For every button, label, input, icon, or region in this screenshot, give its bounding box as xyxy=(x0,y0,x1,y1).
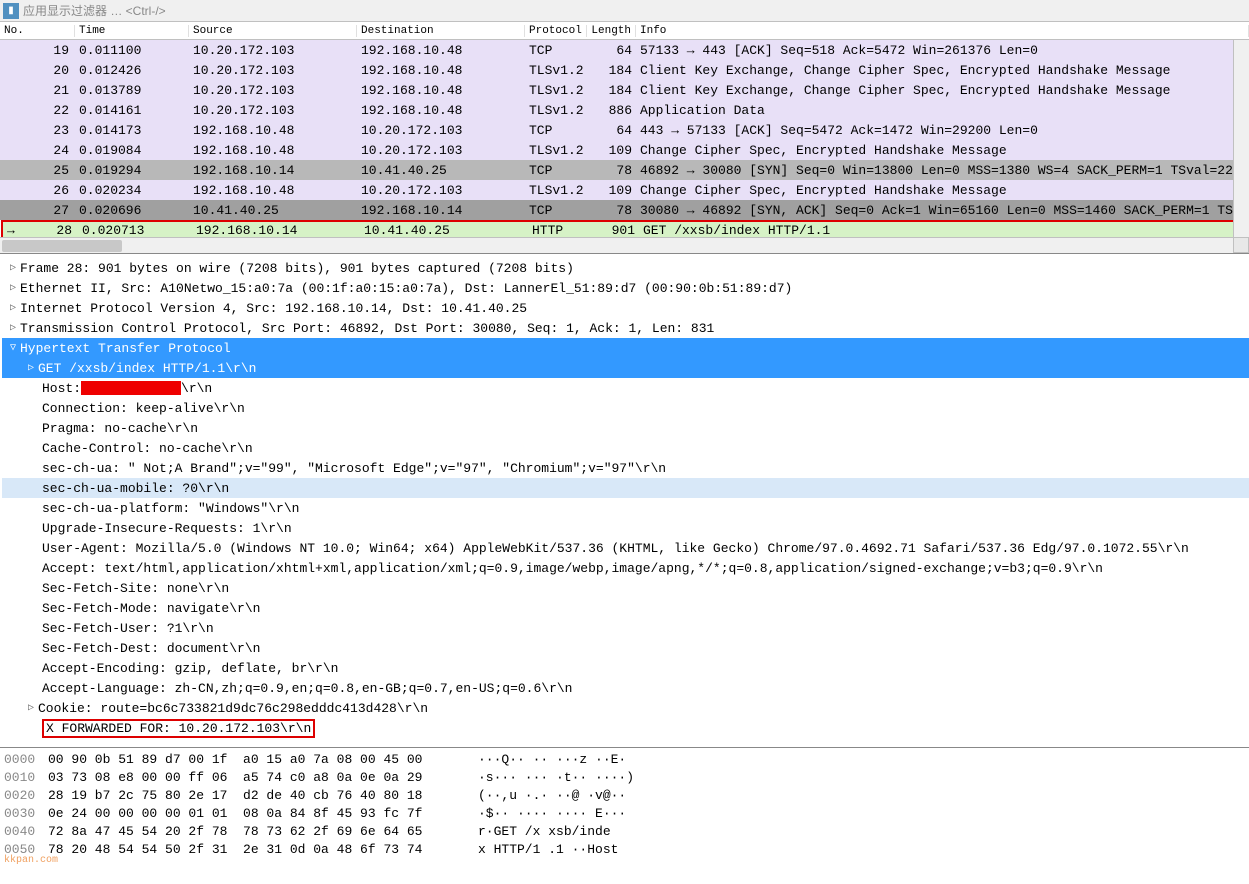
expand-icon[interactable]: ▷ xyxy=(24,702,38,714)
tree-ethernet[interactable]: ▷Ethernet II, Src: A10Netwo_15:a0:7a (00… xyxy=(2,278,1249,298)
packet-row[interactable]: 190.01110010.20.172.103192.168.10.48TCP6… xyxy=(0,40,1249,60)
filter-placeholder: 应用显示过滤器 … <Ctrl-/> xyxy=(23,2,166,19)
tree-http-connection[interactable]: Connection: keep-alive\r\n xyxy=(2,398,1249,418)
packet-details-pane: ▷Frame 28: 901 bytes on wire (7208 bits)… xyxy=(0,254,1249,748)
tree-http-user-agent[interactable]: User-Agent: Mozilla/5.0 (Windows NT 10.0… xyxy=(2,538,1249,558)
tree-http-x-forwarded-for[interactable]: X FORWARDED FOR: 10.20.172.103\r\n xyxy=(2,718,1249,738)
tree-frame[interactable]: ▷Frame 28: 901 bytes on wire (7208 bits)… xyxy=(2,258,1249,278)
tree-tcp[interactable]: ▷Transmission Control Protocol, Src Port… xyxy=(2,318,1249,338)
tree-http-sec-fetch-site[interactable]: Sec-Fetch-Site: none\r\n xyxy=(2,578,1249,598)
hex-row[interactable]: 002028 19 b7 2c 75 80 2e 17 d2 de 40 cb … xyxy=(4,786,1245,804)
expand-icon[interactable]: ▷ xyxy=(6,262,20,274)
tree-http-sec-ch-ua-platform[interactable]: sec-ch-ua-platform: "Windows"\r\n xyxy=(2,498,1249,518)
hex-row[interactable]: 001003 73 08 e8 00 00 ff 06 a5 74 c0 a8 … xyxy=(4,768,1245,786)
tree-http-host[interactable]: Host:\r\n xyxy=(2,378,1249,398)
horizontal-scrollbar[interactable] xyxy=(0,237,1233,253)
display-filter-bar[interactable]: ▮ 应用显示过滤器 … <Ctrl-/> xyxy=(0,0,1249,22)
tree-http-get[interactable]: ▷GET /xxsb/index HTTP/1.1\r\n xyxy=(2,358,1249,378)
col-header-time[interactable]: Time xyxy=(75,25,189,37)
scrollbar-corner xyxy=(1233,237,1249,253)
tree-http-cookie[interactable]: ▷Cookie: route=bc6c733821d9dc76c298edddc… xyxy=(2,698,1249,718)
expand-icon[interactable]: ▷ xyxy=(6,322,20,334)
packet-list-header[interactable]: No. Time Source Destination Protocol Len… xyxy=(0,22,1249,40)
expand-icon[interactable]: ▷ xyxy=(6,282,20,294)
tree-ip[interactable]: ▷Internet Protocol Version 4, Src: 192.1… xyxy=(2,298,1249,318)
hex-row[interactable]: 000000 90 0b 51 89 d7 00 1f a0 15 a0 7a … xyxy=(4,750,1245,768)
bookmark-icon[interactable]: ▮ xyxy=(3,3,19,19)
tree-http-sec-ch-ua-mobile[interactable]: sec-ch-ua-mobile: ?0\r\n xyxy=(2,478,1249,498)
packet-rows: 190.01110010.20.172.103192.168.10.48TCP6… xyxy=(0,40,1249,240)
packet-row[interactable]: 270.02069610.41.40.25192.168.10.14TCP783… xyxy=(0,200,1249,220)
col-header-length[interactable]: Length xyxy=(587,25,636,37)
packet-row[interactable]: 250.019294192.168.10.1410.41.40.25TCP784… xyxy=(0,160,1249,180)
tree-http-sec-fetch-dest[interactable]: Sec-Fetch-Dest: document\r\n xyxy=(2,638,1249,658)
tree-http[interactable]: ▽Hypertext Transfer Protocol xyxy=(2,338,1249,358)
tree-http-sec-fetch-user[interactable]: Sec-Fetch-User: ?1\r\n xyxy=(2,618,1249,638)
tree-http-upgrade-insecure[interactable]: Upgrade-Insecure-Requests: 1\r\n xyxy=(2,518,1249,538)
tree-http-accept[interactable]: Accept: text/html,application/xhtml+xml,… xyxy=(2,558,1249,578)
redacted-host xyxy=(81,381,181,395)
watermark: kkpan.com xyxy=(4,855,58,866)
col-header-source[interactable]: Source xyxy=(189,25,357,37)
packet-row[interactable]: 240.019084192.168.10.4810.20.172.103TLSv… xyxy=(0,140,1249,160)
packet-row[interactable]: 210.01378910.20.172.103192.168.10.48TLSv… xyxy=(0,80,1249,100)
packet-list-pane: No. Time Source Destination Protocol Len… xyxy=(0,22,1249,254)
col-header-protocol[interactable]: Protocol xyxy=(525,25,587,37)
collapse-icon[interactable]: ▽ xyxy=(6,342,20,354)
hex-row[interactable]: 00300e 24 00 00 00 00 01 01 08 0a 84 8f … xyxy=(4,804,1245,822)
tree-http-cache-control[interactable]: Cache-Control: no-cache\r\n xyxy=(2,438,1249,458)
packet-row[interactable]: 230.014173192.168.10.4810.20.172.103TCP6… xyxy=(0,120,1249,140)
expand-icon[interactable]: ▷ xyxy=(6,302,20,314)
tree-http-accept-encoding[interactable]: Accept-Encoding: gzip, deflate, br\r\n xyxy=(2,658,1249,678)
col-header-info[interactable]: Info xyxy=(636,25,1249,37)
tree-http-sec-ch-ua[interactable]: sec-ch-ua: " Not;A Brand";v="99", "Micro… xyxy=(2,458,1249,478)
packet-row[interactable]: 260.020234192.168.10.4810.20.172.103TLSv… xyxy=(0,180,1249,200)
col-header-no[interactable]: No. xyxy=(0,25,75,37)
packet-bytes-pane[interactable]: 000000 90 0b 51 89 d7 00 1f a0 15 a0 7a … xyxy=(0,748,1249,868)
packet-row[interactable]: 200.01242610.20.172.103192.168.10.48TLSv… xyxy=(0,60,1249,80)
expand-icon[interactable]: ▷ xyxy=(24,362,38,374)
tree-http-sec-fetch-mode[interactable]: Sec-Fetch-Mode: navigate\r\n xyxy=(2,598,1249,618)
tree-http-accept-language[interactable]: Accept-Language: zh-CN,zh;q=0.9,en;q=0.8… xyxy=(2,678,1249,698)
vertical-scrollbar[interactable] xyxy=(1233,40,1249,237)
packet-row[interactable]: 220.01416110.20.172.103192.168.10.48TLSv… xyxy=(0,100,1249,120)
col-header-destination[interactable]: Destination xyxy=(357,25,525,37)
tree-http-pragma[interactable]: Pragma: no-cache\r\n xyxy=(2,418,1249,438)
hex-row[interactable]: 005078 20 48 54 54 50 2f 31 2e 31 0d 0a … xyxy=(4,840,1245,858)
hex-row[interactable]: 004072 8a 47 45 54 20 2f 78 78 73 62 2f … xyxy=(4,822,1245,840)
